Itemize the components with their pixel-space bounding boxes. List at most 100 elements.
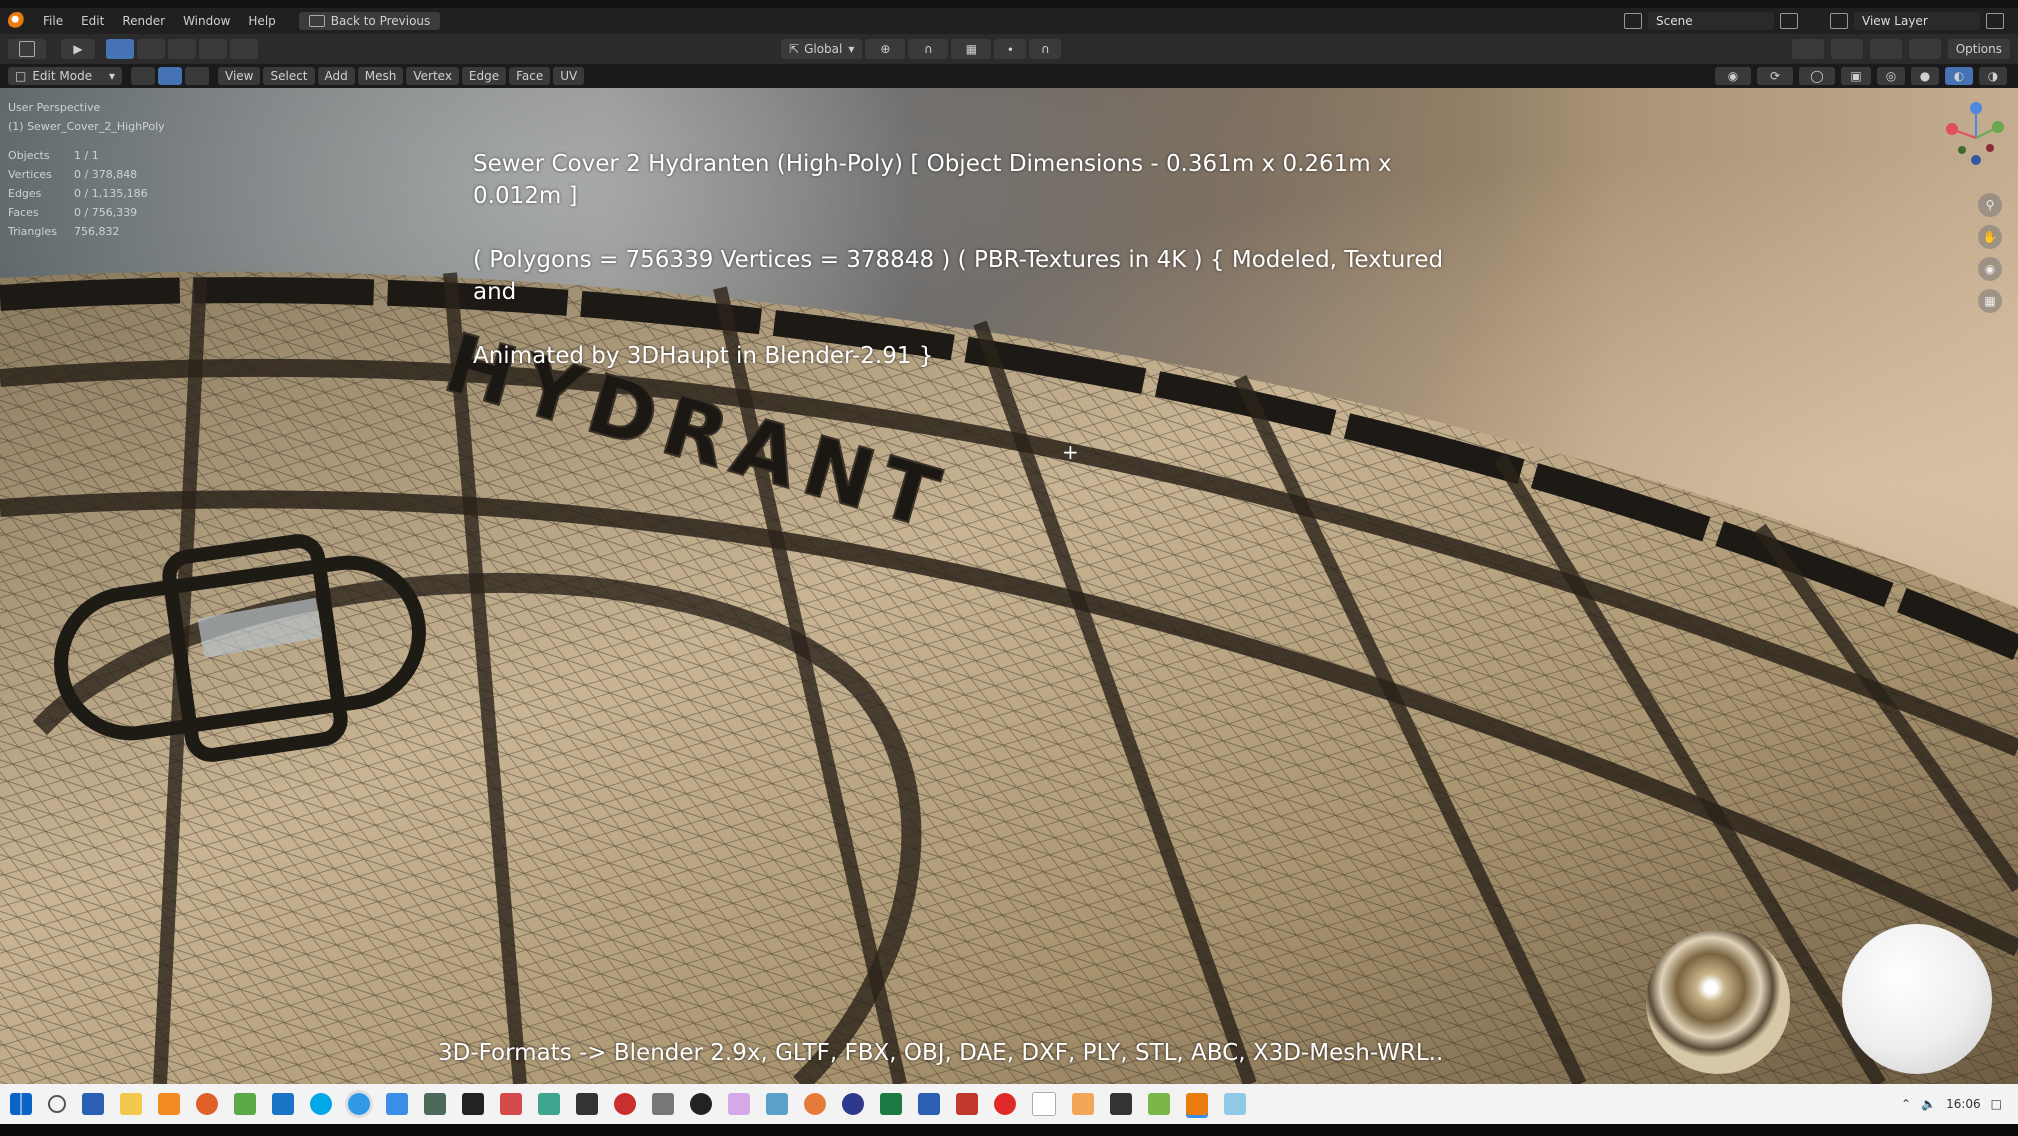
app-icon-13[interactable] <box>804 1093 826 1115</box>
outlook-icon[interactable] <box>272 1093 294 1115</box>
edge-menu[interactable]: Edge <box>461 67 507 85</box>
new-scene-icon[interactable] <box>1780 13 1798 29</box>
firefox-icon[interactable] <box>196 1093 218 1115</box>
notification-icon[interactable]: □ <box>1991 1097 2002 1111</box>
app-icon-6[interactable] <box>538 1093 560 1115</box>
menu-help[interactable]: Help <box>239 14 284 28</box>
grid-icon[interactable]: ▦ <box>1978 289 2002 313</box>
3d-cursor-icon[interactable]: + <box>1062 440 1079 464</box>
overlay-toggle[interactable]: ◯ <box>1799 67 1835 85</box>
view-layer-icon[interactable] <box>1830 13 1848 29</box>
vertex-menu[interactable]: Vertex <box>406 67 459 85</box>
mirror-x-toggle[interactable] <box>1791 39 1824 59</box>
magnet-icon: ∩ <box>923 42 933 56</box>
search-icon[interactable] <box>48 1095 66 1113</box>
snap-toggle[interactable]: ∩ <box>908 39 949 59</box>
mirror-y-toggle[interactable] <box>1830 39 1863 59</box>
app-icon-7[interactable] <box>576 1093 598 1115</box>
blender-taskbar-icon[interactable] <box>1186 1093 1208 1115</box>
view-menu[interactable]: View <box>218 67 261 85</box>
excel-icon[interactable] <box>880 1093 902 1115</box>
app-icon-16[interactable] <box>1072 1093 1094 1115</box>
visibility-button[interactable]: ◉ <box>1715 67 1751 85</box>
orientation-dropdown[interactable]: ⇱ Global ▾ <box>781 39 863 59</box>
uv-menu[interactable]: UV <box>553 67 585 85</box>
scene-field[interactable]: Scene <box>1648 12 1774 30</box>
select-mode-new[interactable] <box>106 39 134 59</box>
app-icon-3[interactable] <box>424 1093 446 1115</box>
menu-file[interactable]: File <box>34 14 72 28</box>
app-icon-9[interactable] <box>652 1093 674 1115</box>
app-icon-12[interactable] <box>766 1093 788 1115</box>
app-icon-5[interactable] <box>500 1093 522 1115</box>
shading-rendered[interactable]: ◑ <box>1979 67 2007 85</box>
app-icon-10[interactable] <box>690 1093 712 1115</box>
app-icon-14[interactable] <box>842 1093 864 1115</box>
terminal-icon[interactable] <box>1110 1093 1132 1115</box>
shading-solid[interactable]: ● <box>1911 67 1939 85</box>
zoom-icon[interactable]: ⚲ <box>1978 193 2002 217</box>
view-layer-field[interactable]: View Layer <box>1854 12 1980 30</box>
app-icon-18[interactable] <box>1224 1093 1246 1115</box>
mirror-z-toggle[interactable] <box>1869 39 1902 59</box>
browser-icon[interactable] <box>348 1093 370 1115</box>
shading-wireframe[interactable]: ◎ <box>1877 67 1905 85</box>
back-to-previous-button[interactable]: Back to Previous <box>298 12 441 30</box>
select-menu[interactable]: Select <box>263 67 315 85</box>
opera-icon[interactable] <box>994 1093 1016 1115</box>
app-icon-15[interactable] <box>956 1093 978 1115</box>
shading-material[interactable]: ◐ <box>1945 67 1973 85</box>
word-icon[interactable] <box>918 1093 940 1115</box>
notepad-icon[interactable] <box>234 1093 256 1115</box>
menu-window[interactable]: Window <box>174 14 239 28</box>
skype-icon[interactable] <box>310 1093 332 1115</box>
speaker-icon[interactable]: 🔈 <box>1921 1097 1936 1111</box>
scene-icon[interactable] <box>1624 13 1642 29</box>
stat-value: 0 / 378,848 <box>74 168 138 181</box>
windows-start-icon[interactable] <box>10 1093 32 1115</box>
app-icon-2[interactable] <box>386 1093 408 1115</box>
navigation-gizmo[interactable] <box>1938 98 2008 178</box>
edge-select-mode[interactable] <box>158 67 182 85</box>
menu-render[interactable]: Render <box>113 14 174 28</box>
select-mode-invert[interactable] <box>199 39 227 59</box>
face-menu[interactable]: Face <box>509 67 551 85</box>
clock[interactable]: 16:06 <box>1946 1097 1981 1111</box>
viewport-header: □ Edit Mode ▾ View Select Add Mesh Verte… <box>0 64 2018 88</box>
document-icon[interactable] <box>1032 1092 1056 1116</box>
app-icon-17[interactable] <box>1148 1093 1170 1115</box>
select-mode-subtract[interactable] <box>168 39 196 59</box>
app-icon-11[interactable] <box>728 1093 750 1115</box>
chevron-up-icon[interactable]: ⌃ <box>1901 1097 1911 1111</box>
select-mode-intersect[interactable] <box>230 39 258 59</box>
pan-hand-icon[interactable]: ✋ <box>1978 225 2002 249</box>
auto-merge-toggle[interactable] <box>1908 39 1941 59</box>
add-menu[interactable]: Add <box>317 67 355 85</box>
xray-toggle[interactable]: ▣ <box>1841 67 1871 85</box>
viewport-info-overlay: User Perspective (1) Sewer_Cover_2_HighP… <box>8 98 165 241</box>
vertex-select-mode[interactable] <box>131 67 155 85</box>
select-tool-button[interactable]: ▶ <box>61 39 95 59</box>
save-icon[interactable] <box>82 1093 104 1115</box>
3d-viewport[interactable]: HYDRANT User Perspective (1) Sewer_Cover… <box>0 88 2018 1084</box>
pivot-point-button[interactable]: ⊕ <box>865 39 906 59</box>
mode-dropdown[interactable]: □ Edit Mode ▾ <box>8 67 122 85</box>
new-view-layer-icon[interactable] <box>1986 13 2004 29</box>
options-dropdown[interactable]: Options <box>1947 39 2010 59</box>
proportional-edit-toggle[interactable]: ∙ <box>994 39 1027 59</box>
editor-type-button[interactable] <box>8 39 46 59</box>
snap-target-button[interactable]: ▦ <box>951 39 992 59</box>
app-icon-8[interactable] <box>614 1093 636 1115</box>
folder-icon[interactable] <box>120 1093 142 1115</box>
blender-logo-icon[interactable] <box>8 12 26 30</box>
camera-icon[interactable]: ◉ <box>1978 257 2002 281</box>
gizmo-toggle[interactable]: ⟳ <box>1757 67 1793 85</box>
select-mode-extend[interactable] <box>137 39 165 59</box>
menu-edit[interactable]: Edit <box>72 14 113 28</box>
mesh-menu[interactable]: Mesh <box>357 67 404 85</box>
stat-label: Objects <box>8 149 50 162</box>
falloff-button[interactable]: ∩ <box>1029 39 1062 59</box>
face-select-mode[interactable] <box>185 67 209 85</box>
app-icon-4[interactable] <box>462 1093 484 1115</box>
app-icon-1[interactable] <box>158 1093 180 1115</box>
